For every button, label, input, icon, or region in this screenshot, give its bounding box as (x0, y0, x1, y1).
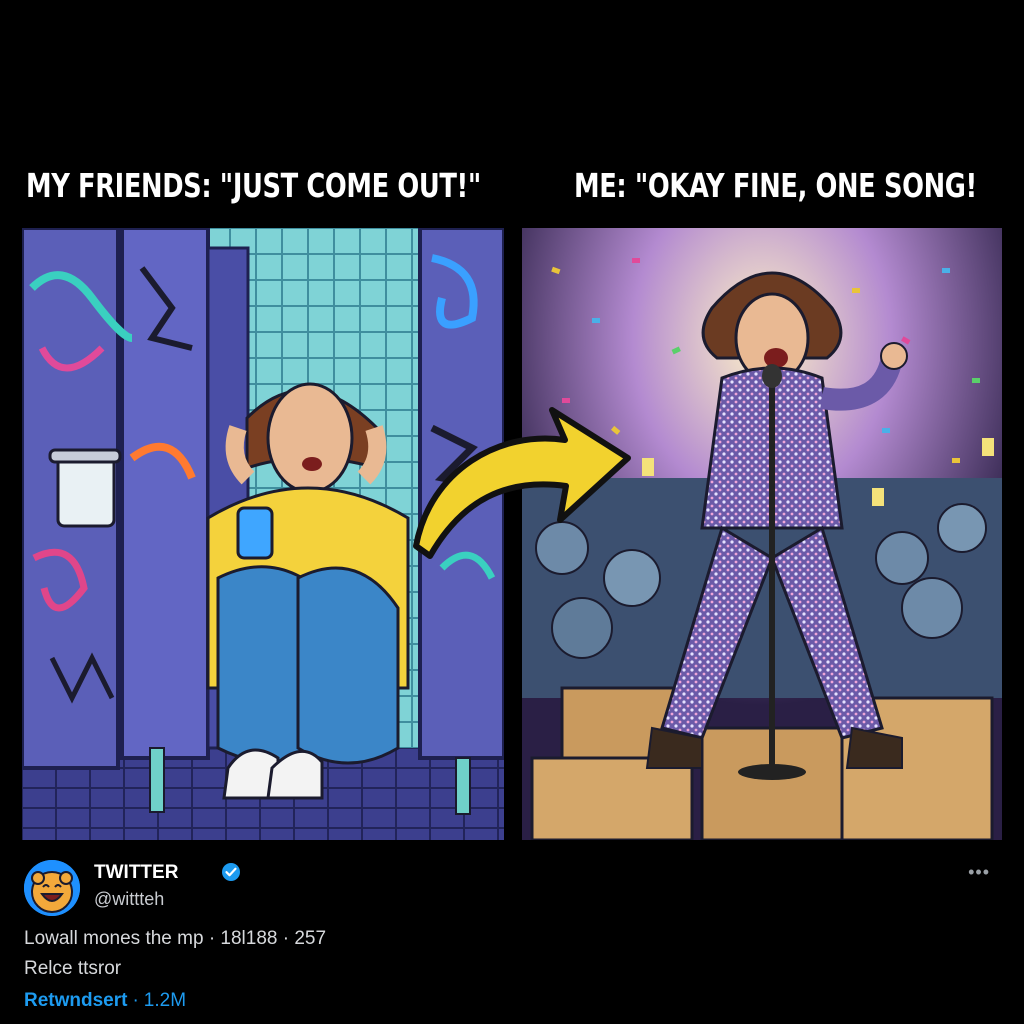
right-panel-image (522, 228, 1002, 840)
account-handle[interactable]: @wittteh (94, 889, 164, 910)
tweet-footer: TWITTER @wittteh ••• Lowall mones the mp… (24, 856, 1000, 1016)
verified-badge-icon (222, 863, 240, 881)
right-caption: ME: "OKAY FINE, ONE SONG! (574, 166, 977, 205)
left-panel-image (22, 228, 504, 840)
more-options-button[interactable]: ••• (968, 862, 990, 883)
left-caption: MY FRIENDS: "JUST COME OUT!" (26, 166, 481, 205)
retweet-row: Retwndsert · 1.2M (24, 990, 186, 1012)
account-name[interactable]: TWITTER (94, 862, 178, 884)
post-text-line-2: Relce ttsror (24, 958, 122, 979)
separator-dot: · (132, 990, 139, 1011)
smiling-face-icon (24, 860, 80, 916)
avatar[interactable] (24, 860, 80, 916)
retweet-count: 1.2M (143, 990, 187, 1011)
retweet-link[interactable]: Retwndsert (24, 990, 127, 1011)
post-text-line-1: Lowall mones the mp · 18l188 · 257 (24, 928, 327, 949)
